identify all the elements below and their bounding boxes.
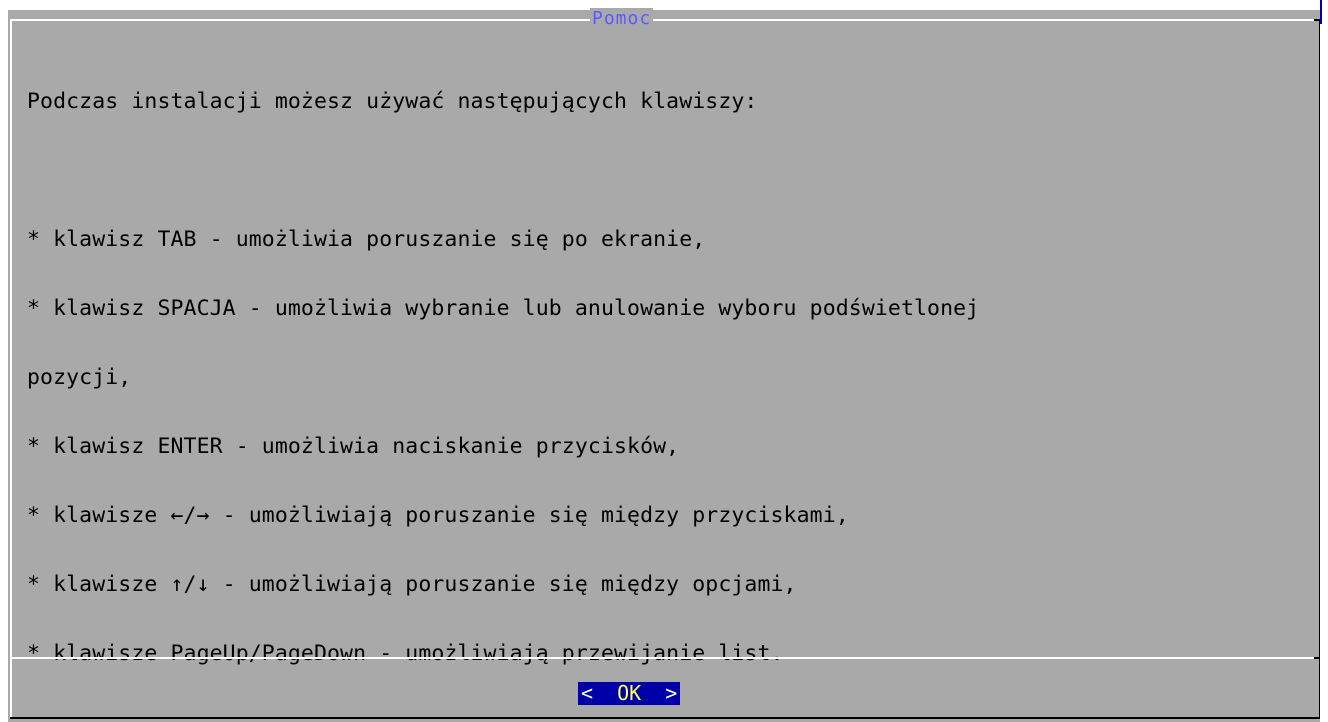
button-separator bbox=[10, 657, 1321, 659]
terminal-screen: Pomoc Podczas instalacji możesz używać n… bbox=[0, 0, 1328, 722]
help-line: * klawisz ENTER - umożliwia naciskanie p… bbox=[27, 434, 680, 459]
screen-right-edge-accent bbox=[1320, 0, 1322, 24]
ok-button-right-bracket: > bbox=[641, 681, 678, 705]
ok-button-label: OK bbox=[617, 681, 642, 705]
help-line: * klawisz TAB - umożliwia poruszanie się… bbox=[27, 227, 706, 252]
dialog-top-border bbox=[10, 19, 1321, 21]
help-line: * klawisze ↑/↓ - umożliwiają poruszanie … bbox=[27, 572, 797, 597]
screen-right-edge bbox=[1320, 0, 1328, 722]
ok-button[interactable]: < OK > bbox=[578, 681, 681, 705]
help-line: Podczas instalacji możesz używać następu… bbox=[27, 89, 758, 114]
help-line: pozycji, bbox=[27, 365, 132, 390]
dialog-top-right-corner bbox=[1314, 19, 1319, 21]
ok-button-left-bracket: < bbox=[581, 681, 618, 705]
help-line: * klawisz SPACJA - umożliwia wybranie lu… bbox=[27, 296, 980, 321]
dialog-bottom-border bbox=[10, 717, 1321, 719]
dialog-title: Pomoc bbox=[590, 8, 654, 30]
help-text: Podczas instalacji możesz używać następu… bbox=[27, 44, 1307, 711]
help-line: * klawisze PageUp/PageDown - umożliwiają… bbox=[27, 641, 784, 666]
help-line bbox=[27, 159, 1307, 182]
help-line: * klawisze ←/→ - umożliwiają poruszanie … bbox=[27, 503, 849, 528]
dialog-left-border bbox=[10, 19, 12, 719]
help-dialog: Pomoc Podczas instalacji możesz używać n… bbox=[8, 8, 1321, 722]
